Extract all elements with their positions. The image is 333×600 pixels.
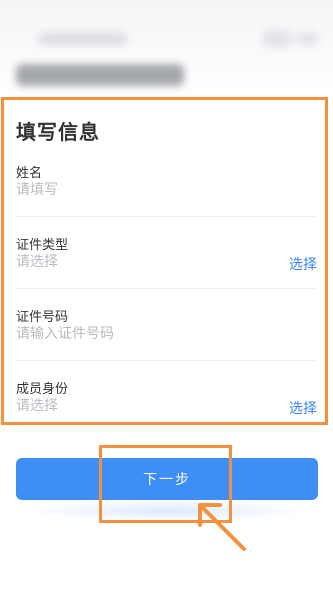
blurred-menu-icon xyxy=(262,30,292,48)
screen: 填写信息 姓名 证件类型 选择 证件号码 成员身份 选择 下一步 xyxy=(0,0,333,600)
blurred-close-icon xyxy=(296,32,318,46)
annotation-frame xyxy=(1,97,328,425)
blurred-status xyxy=(38,32,128,46)
blurred-page-title xyxy=(16,64,184,86)
blurred-header xyxy=(0,0,333,95)
annotation-arrow-icon xyxy=(198,503,246,551)
